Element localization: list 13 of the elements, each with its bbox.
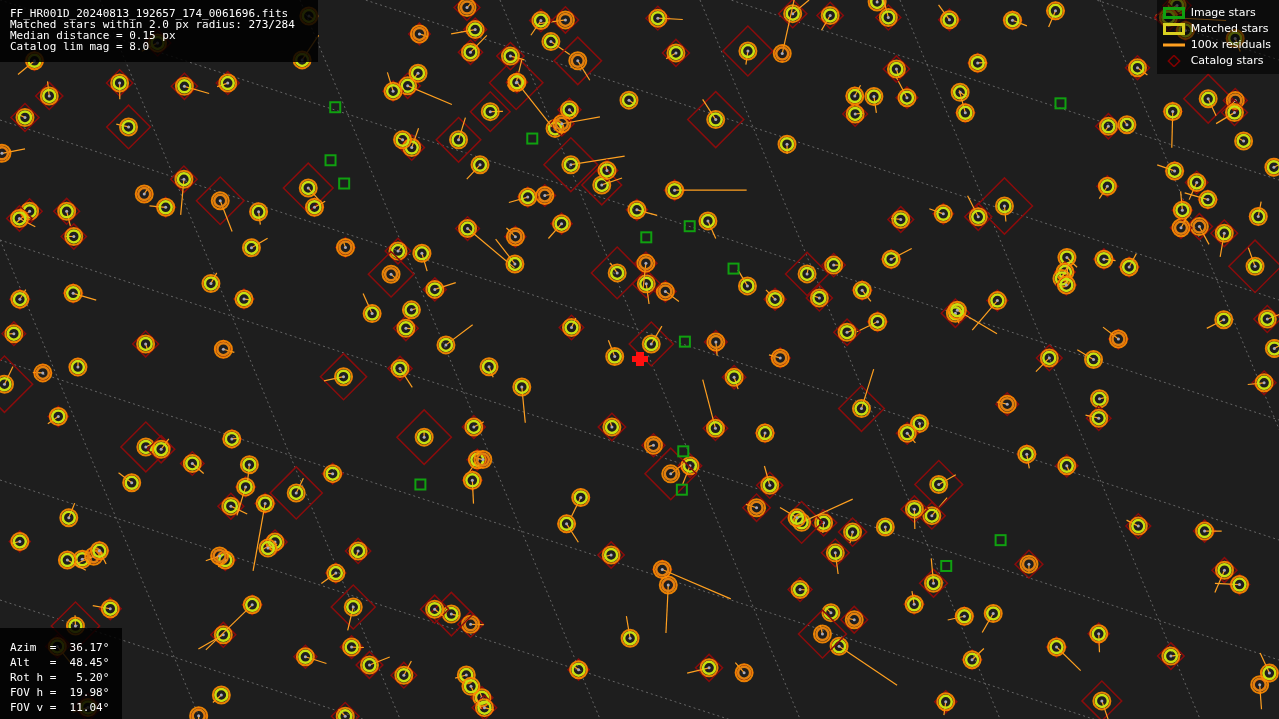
pointing-text: FOV v = 11.04° bbox=[10, 700, 111, 715]
info-text: Matched stars within 2.0 px radius: 273/284 bbox=[10, 19, 296, 30]
legend-label: Catalog stars bbox=[1190, 54, 1265, 68]
info-text: Median distance = 0.15 px bbox=[10, 30, 176, 41]
pointing-text: Alt = 48.45° bbox=[10, 655, 111, 670]
pointing-text: Azim = 36.17° bbox=[10, 640, 111, 655]
info-text: Catalog lim mag = 8.0 bbox=[10, 41, 151, 52]
legend-label: Matched stars bbox=[1190, 22, 1270, 36]
pointing-text: FOV h = 19.98° bbox=[10, 685, 111, 700]
info-text: FF_HR001D_20240813_192657_174_0061696.fits bbox=[10, 8, 290, 19]
legend-label: Image stars bbox=[1190, 6, 1257, 20]
pointing-text: Rot h = 5.20° bbox=[10, 670, 111, 685]
legend-label: 100x residuals bbox=[1190, 38, 1271, 52]
